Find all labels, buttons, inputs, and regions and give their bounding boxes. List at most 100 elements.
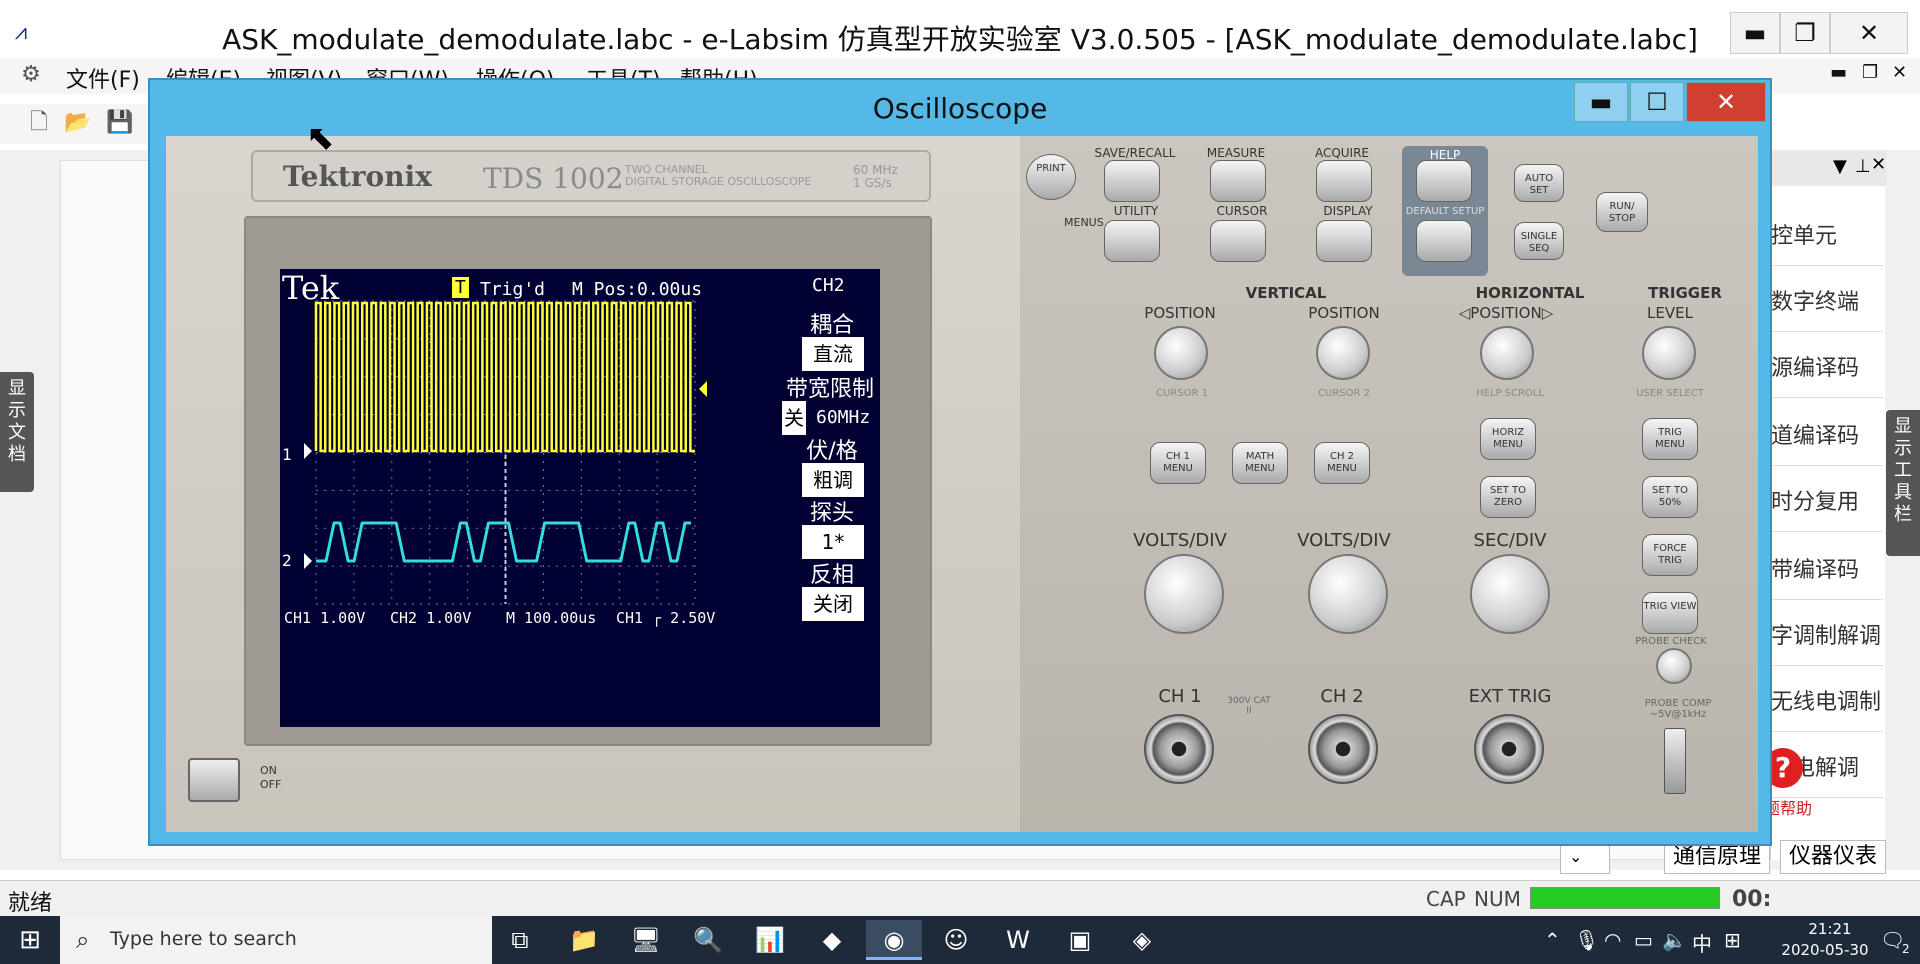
power-button[interactable] bbox=[188, 758, 240, 802]
default-setup-button[interactable] bbox=[1416, 220, 1472, 262]
spreadsheet-icon[interactable]: 📊 bbox=[742, 920, 798, 960]
sec-div-knob[interactable] bbox=[1470, 554, 1550, 634]
file-explorer-icon[interactable]: 📁 bbox=[556, 920, 612, 960]
tab-instruments[interactable]: 仪器仪表 bbox=[1780, 840, 1887, 874]
ext-trig-connector[interactable] bbox=[1474, 714, 1544, 784]
clock-time[interactable]: 21:21 bbox=[1790, 920, 1870, 938]
single-seq-button[interactable]: SINGLE SEQ bbox=[1514, 222, 1564, 260]
mdi-minimize-icon[interactable]: ▬ bbox=[1830, 62, 1847, 83]
dropdown-icon[interactable]: ▼ bbox=[1833, 156, 1847, 177]
panel-item[interactable]: 源编译码 bbox=[1771, 340, 1883, 398]
set-to-50-button[interactable]: SET TO 50% bbox=[1642, 476, 1698, 518]
new-file-icon[interactable]: 🗋 bbox=[26, 110, 52, 136]
panel-item[interactable]: 数字终端 bbox=[1771, 274, 1883, 332]
force-trig-button[interactable]: FORCE TRIG bbox=[1642, 534, 1698, 576]
brand-spec2: 1 GS/s bbox=[853, 176, 892, 190]
clock-date[interactable]: 2020-05-30 bbox=[1770, 941, 1880, 959]
ch2-level-marker bbox=[304, 553, 312, 569]
oscilloscope-titlebar[interactable]: Oscilloscope ▬ ☐ ✕ bbox=[150, 80, 1770, 136]
right-dock-tab[interactable]: 显示工具栏 bbox=[1886, 410, 1920, 556]
network-drive-icon[interactable]: 🖥 bbox=[618, 920, 674, 960]
ime-indicator[interactable]: 中 bbox=[1692, 928, 1712, 957]
pin-icon[interactable]: ⊥ bbox=[1855, 156, 1871, 177]
ch2-input-connector[interactable] bbox=[1308, 714, 1378, 784]
h-position-knob[interactable] bbox=[1480, 326, 1534, 380]
menu-voltsdiv-label: 伏/格 bbox=[806, 439, 858, 464]
display-label: DISPLAY bbox=[1323, 204, 1373, 218]
panel-close-icon[interactable]: ✕ bbox=[1871, 154, 1886, 175]
set-to-zero-button[interactable]: SET TO ZERO bbox=[1480, 476, 1536, 518]
search-placeholder: Type here to search bbox=[110, 928, 297, 950]
panel-item[interactable]: 时分复用 bbox=[1771, 474, 1883, 532]
right-panel-header: ▼ ⊥ ✕ bbox=[1771, 150, 1886, 186]
tray-expand-icon[interactable]: ⌃ bbox=[1544, 928, 1561, 952]
probe-comp-terminal[interactable] bbox=[1664, 728, 1686, 794]
help-button[interactable] bbox=[1416, 160, 1472, 202]
menu-bwlimit-value: 关 bbox=[782, 401, 806, 435]
trig-level-knob[interactable] bbox=[1642, 326, 1696, 380]
osc-minimize-button[interactable]: ▬ bbox=[1574, 82, 1628, 122]
panel-item[interactable]: 字调制解调 bbox=[1771, 608, 1883, 666]
app-icon[interactable]: ◈ bbox=[1114, 920, 1170, 960]
left-dock-tab[interactable]: 显示文档 bbox=[0, 372, 34, 492]
osc-close-button[interactable]: ✕ bbox=[1686, 82, 1766, 122]
system-tray: ⌃ 🎙 ◠ ▭ 🔈 中 ⊞ 21:21 2020-05-30 🗨 2 bbox=[1540, 916, 1920, 964]
mdi-restore-icon[interactable]: ❐ bbox=[1862, 62, 1878, 83]
panel-item[interactable]: 控单元 bbox=[1771, 208, 1883, 266]
panel-item[interactable]: 道编译码 bbox=[1771, 408, 1883, 466]
acquire-button[interactable] bbox=[1316, 160, 1372, 202]
print-button[interactable]: PRINT bbox=[1026, 154, 1076, 200]
start-button[interactable]: ⊞ bbox=[6, 922, 54, 958]
task-view-icon[interactable]: ⧉ bbox=[492, 920, 548, 960]
trig-status: Trig'd bbox=[480, 279, 546, 300]
battery-icon[interactable]: ▭ bbox=[1634, 928, 1653, 952]
readout-ch2: CH2 1.00V bbox=[390, 609, 472, 627]
microphone-icon[interactable]: 🎙 bbox=[1574, 928, 1599, 952]
trig-menu-button[interactable]: TRIG MENU bbox=[1642, 418, 1698, 460]
search-tool-icon[interactable]: 🔍 bbox=[680, 920, 736, 960]
chrome-icon[interactable]: ◉ bbox=[866, 920, 922, 960]
mdi-close-icon[interactable]: ✕ bbox=[1892, 62, 1907, 83]
math-menu-button[interactable]: MATH MENU bbox=[1232, 442, 1288, 484]
cat-label: 300V CAT II bbox=[1227, 696, 1271, 716]
measure-button[interactable] bbox=[1210, 160, 1266, 202]
photos-icon[interactable]: ▣ bbox=[1052, 920, 1108, 960]
osc-restore-button[interactable]: ☐ bbox=[1630, 82, 1684, 122]
horiz-menu-button[interactable]: HORIZ MENU bbox=[1480, 418, 1536, 460]
default-setup-label: DEFAULT SETUP bbox=[1405, 206, 1485, 217]
open-folder-icon[interactable]: 📂 bbox=[64, 110, 91, 136]
ch1-volts-div-knob[interactable] bbox=[1144, 554, 1224, 634]
menu-file[interactable]: 文件(F) bbox=[66, 62, 140, 94]
save-recall-button[interactable] bbox=[1104, 160, 1160, 202]
app-minimize-button[interactable]: ▬ bbox=[1730, 12, 1780, 54]
keyboard-layout-icon[interactable]: ⊞ bbox=[1724, 928, 1741, 952]
probe-check-button[interactable] bbox=[1656, 648, 1692, 684]
word-icon[interactable]: W bbox=[990, 920, 1046, 960]
module-icon[interactable]: ⚙ bbox=[18, 62, 44, 88]
ch1-input-connector[interactable] bbox=[1144, 714, 1214, 784]
app-close-button[interactable]: ✕ bbox=[1830, 12, 1908, 54]
cursor-button[interactable] bbox=[1210, 220, 1266, 262]
elabsim-icon[interactable]: ☺ bbox=[928, 920, 984, 960]
utility-button[interactable] bbox=[1104, 220, 1160, 262]
taskbar-search[interactable]: ⌕ Type here to search bbox=[60, 916, 492, 964]
volume-icon[interactable]: 🔈 bbox=[1662, 928, 1687, 952]
panel-item[interactable]: 带编译码 bbox=[1771, 542, 1883, 600]
trig-view-button[interactable]: TRIG VIEW bbox=[1642, 592, 1698, 634]
save-icon[interactable]: 💾 bbox=[106, 110, 133, 136]
ch2-position-knob[interactable] bbox=[1316, 326, 1370, 380]
save-recall-label: SAVE/RECALL bbox=[1094, 146, 1176, 160]
brand-model: TDS 1002 bbox=[483, 162, 624, 195]
ch1-position-knob[interactable] bbox=[1154, 326, 1208, 380]
display-button[interactable] bbox=[1316, 220, 1372, 262]
ch1-menu-button[interactable]: CH 1 MENU bbox=[1150, 442, 1206, 484]
auto-set-button[interactable]: AUTO SET bbox=[1514, 164, 1564, 202]
panel-item[interactable]: 无线电调制 bbox=[1771, 674, 1883, 732]
visual-studio-icon[interactable]: ◆ bbox=[804, 920, 860, 960]
app-restore-button[interactable]: ❐ bbox=[1780, 12, 1830, 54]
menu-probe-value: 1* bbox=[802, 525, 864, 559]
wifi-icon[interactable]: ◠ bbox=[1604, 928, 1621, 952]
ch2-volts-div-knob[interactable] bbox=[1308, 554, 1388, 634]
run-stop-button[interactable]: RUN/ STOP bbox=[1596, 192, 1648, 232]
ch2-menu-button[interactable]: CH 2 MENU bbox=[1314, 442, 1370, 484]
